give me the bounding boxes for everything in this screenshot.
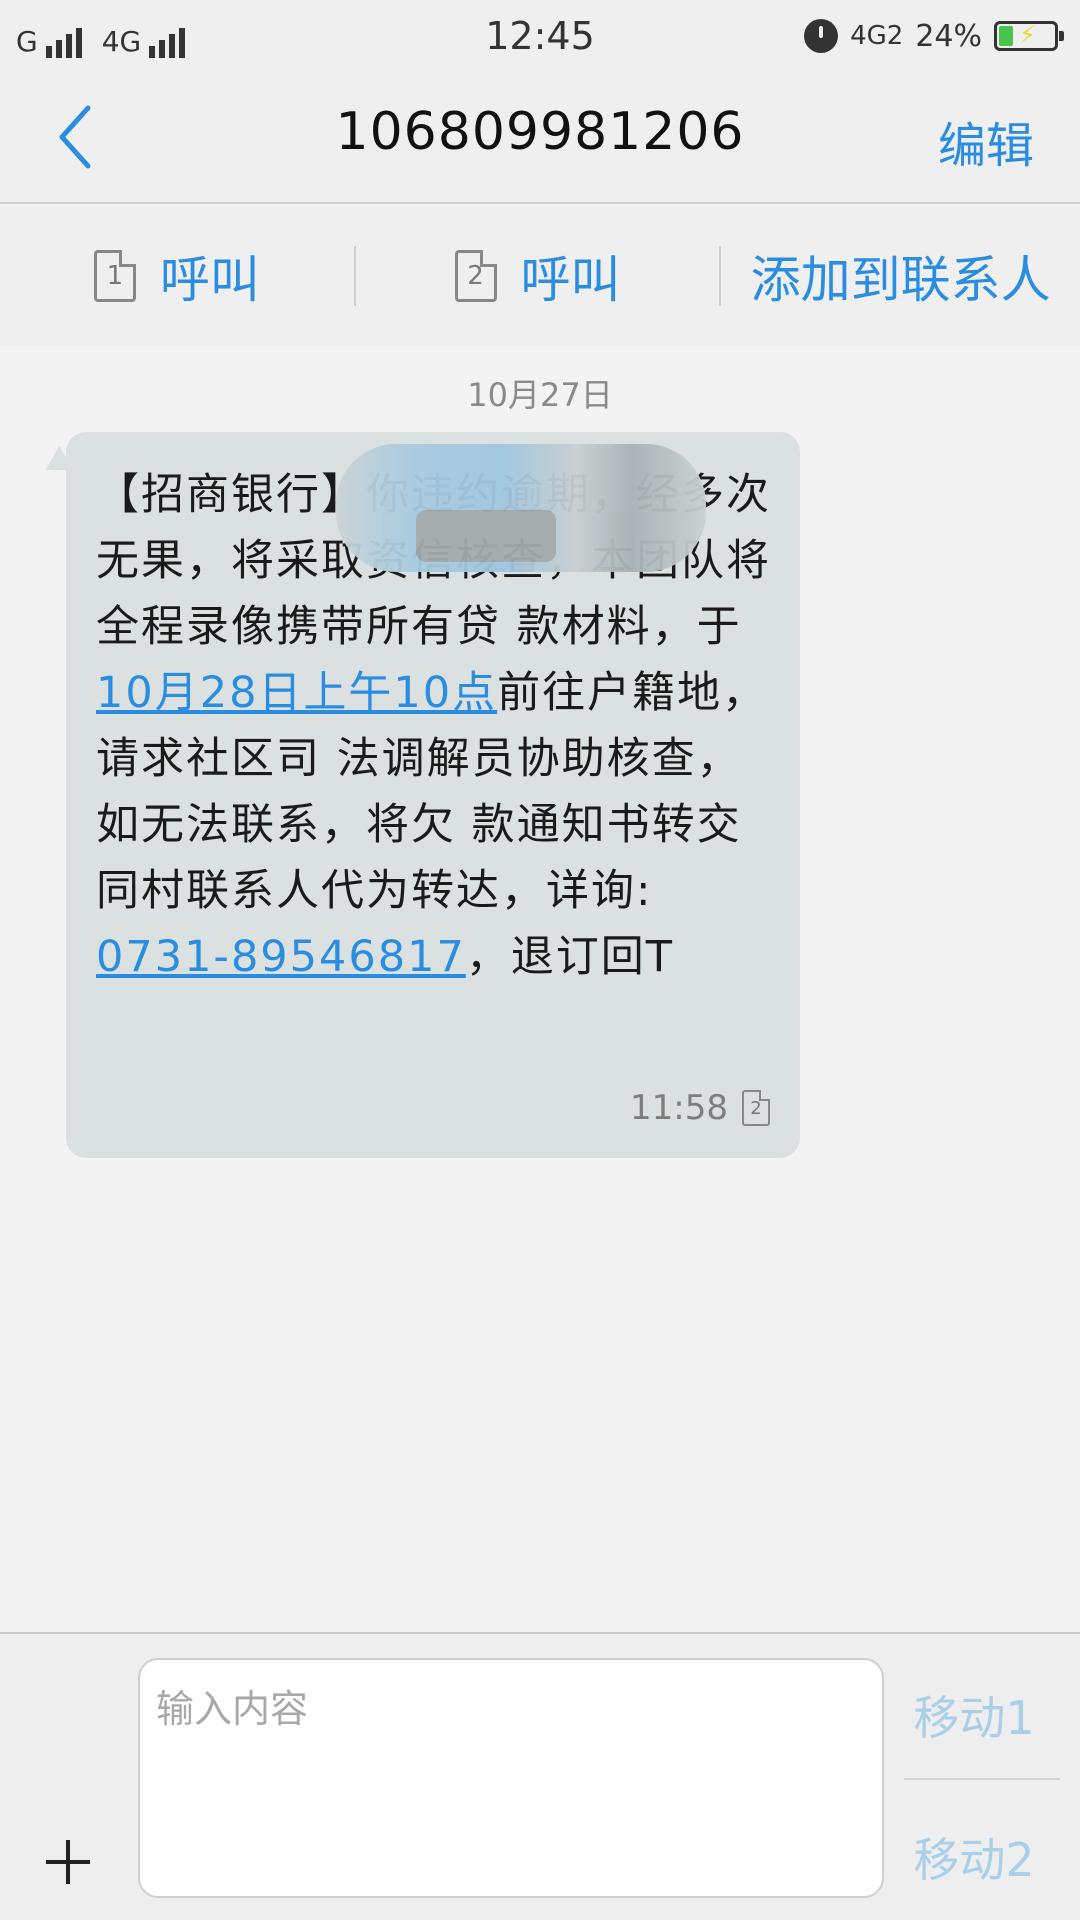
divider (904, 1778, 1060, 1780)
sim-card-icon: 2 (454, 250, 497, 302)
plus-icon[interactable] (40, 1834, 96, 1890)
message-meta: 11:58 2 (630, 1088, 770, 1128)
charging-icon: ⚡ (1019, 21, 1036, 49)
action-bar: 1 呼叫 2 呼叫 添加到联系人 (0, 206, 1080, 346)
alarm-icon (804, 19, 839, 53)
status-bar: G 4G 12:45 4G2 24% ⚡ (0, 0, 1080, 72)
title-bar: 106809981206 编辑 (0, 72, 1080, 204)
message-text-part: 【招商银行】 (96, 470, 366, 520)
redaction-blur (336, 444, 706, 572)
date-separator: 10月27日 (467, 376, 613, 414)
add-to-contacts-button[interactable]: 添加到联系人 (721, 236, 1080, 316)
call-sim1-button[interactable]: 1 呼叫 (0, 236, 354, 316)
date-link[interactable]: 10月28日上午10点 (96, 668, 497, 718)
battery-icon: ⚡ (994, 21, 1064, 51)
edit-button[interactable]: 编辑 (938, 106, 1034, 176)
call-sim2-button[interactable]: 2 呼叫 (356, 236, 720, 316)
message-text-part: ，退订回T (465, 932, 675, 982)
phone-link[interactable]: 0731-89546817 (96, 932, 466, 982)
message-input[interactable] (138, 1658, 884, 1898)
sim-card-icon: 1 (93, 250, 136, 302)
conversation-area[interactable]: 10月27日 【招商银行】你违约逾期，经多次无果，将采取资信核查，本团队将全程录… (0, 346, 1080, 1632)
send-sim2-button[interactable]: 移动2 (894, 1824, 1054, 1890)
call-sim1-label: 呼叫 (159, 251, 260, 309)
message-bubble[interactable]: 【招商银行】你违约逾期，经多次无果，将采取资信核查，本团队将全程录像携带所有贷 … (38, 432, 800, 1158)
status-icons: 4G2 24% ⚡ (804, 16, 1064, 56)
bubble-tail (38, 445, 74, 483)
page-title: 106809981206 (335, 102, 745, 162)
network-type-label: 4G2 (850, 21, 904, 51)
send-sim1-button[interactable]: 移动1 (894, 1682, 1054, 1748)
call-sim2-label: 呼叫 (520, 251, 621, 309)
sim-card-icon: 2 (742, 1090, 770, 1126)
battery-percent: 24% (915, 18, 982, 54)
message-time: 11:58 (630, 1088, 728, 1128)
battery-fill (999, 26, 1013, 46)
composer-bar: 移动1 移动2 (0, 1632, 1080, 1920)
